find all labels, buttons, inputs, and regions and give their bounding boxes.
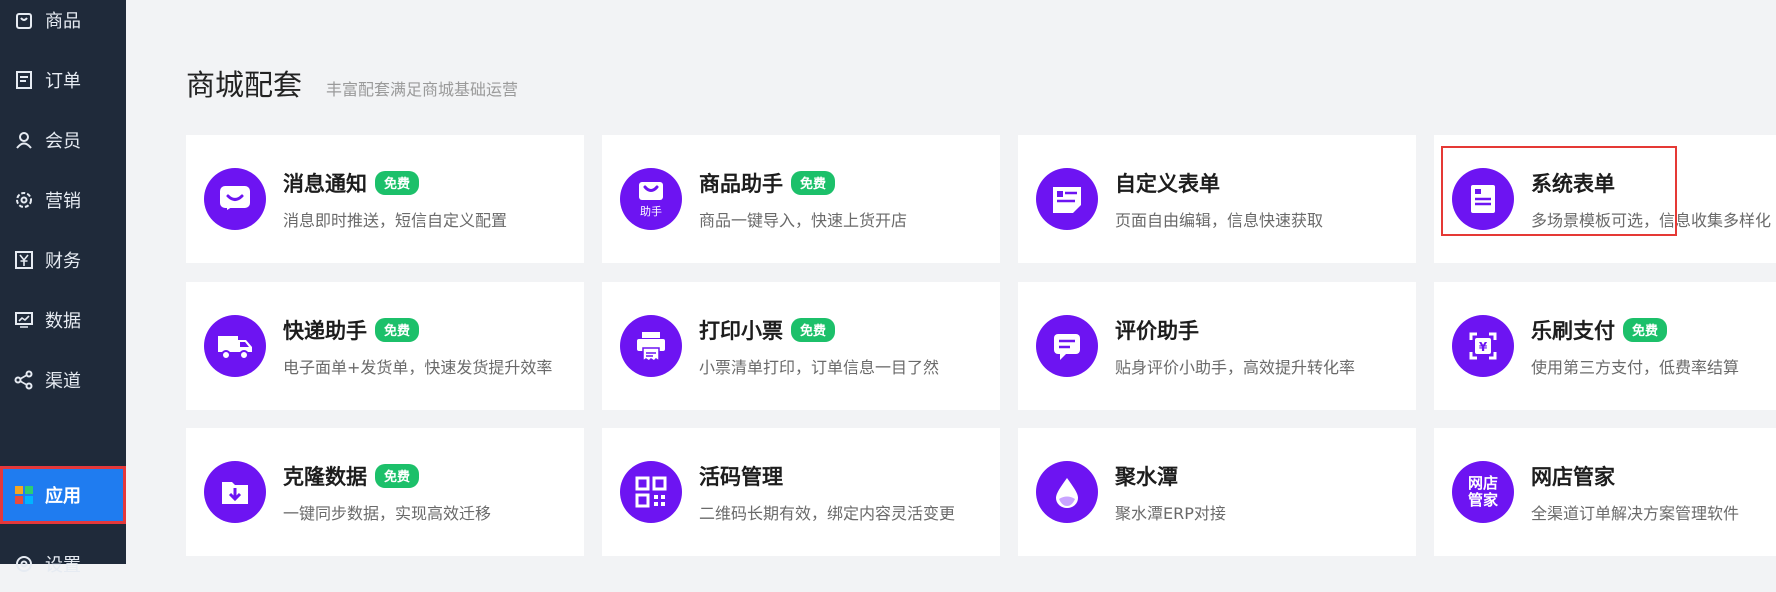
app-card-title: 消息通知 免费: [283, 168, 420, 198]
app-card-description: 消息即时推送，短信自定义配置: [283, 211, 508, 230]
free-badge: 免费: [375, 171, 420, 195]
yen-scan-icon: ¥: [1452, 315, 1514, 377]
sidebar-item-channels[interactable]: 渠道: [0, 352, 126, 408]
sidebar-item-label: 营销: [45, 191, 81, 212]
app-card-print-receipt[interactable]: 打印小票 免费 小票清单打印，订单信息一目了然: [602, 282, 1000, 410]
page-header: 商城配套 丰富配套满足商城基础运营: [186, 62, 518, 104]
app-card-live-code[interactable]: 活码管理 二维码长期有效，绑定内容灵活变更: [602, 428, 1000, 556]
sidebar-item-label: 应用: [45, 486, 81, 507]
app-card-title: 打印小票 免费: [699, 315, 836, 345]
comment-icon: [1036, 315, 1098, 377]
page-title: 商城配套: [186, 68, 303, 102]
water-drop-icon: [1036, 461, 1098, 523]
free-badge: 免费: [375, 318, 420, 342]
qr-code-icon: [620, 461, 682, 523]
order-list-icon: [13, 69, 35, 91]
yen-icon: [13, 249, 35, 271]
app-card-title: 系统表单: [1531, 172, 1615, 196]
app-card-description: 二维码长期有效，绑定内容灵活变更: [699, 504, 956, 523]
app-card-title: 网店管家: [1531, 465, 1615, 489]
app-card-review-assistant[interactable]: 评价助手 贴身评价小助手，高效提升转化率: [1018, 282, 1416, 410]
free-badge: 免费: [1623, 318, 1668, 342]
app-card-message-notification[interactable]: 消息通知 免费 消息即时推送，短信自定义配置: [186, 135, 584, 263]
sidebar-item-products[interactable]: 商品: [0, 0, 126, 48]
sidebar-item-orders[interactable]: 订单: [0, 52, 126, 108]
app-card-express-assistant[interactable]: 快递助手 免费 电子面单+发货单，快速发货提升效率: [186, 282, 584, 410]
app-card-clone-data[interactable]: 克隆数据 免费 一键同步数据，实现高效迁移: [186, 428, 584, 556]
sidebar-item-label: 会员: [45, 131, 81, 152]
sidebar-item-data[interactable]: 数据: [0, 292, 126, 348]
free-badge: 免费: [375, 464, 420, 488]
app-card-title: 聚水潭: [1115, 465, 1178, 489]
page-subtitle: 丰富配套满足商城基础运营: [326, 80, 519, 99]
printer-icon: [620, 315, 682, 377]
sidebar-item-marketing[interactable]: 营销: [0, 172, 126, 228]
sidebar-item-label: 订单: [45, 71, 81, 92]
monitor-chart-icon: [13, 309, 35, 331]
icon-text: 网店管家: [1467, 474, 1498, 509]
shopping-bag-icon: [13, 9, 35, 31]
free-badge: 免费: [791, 318, 836, 342]
message-smile-icon: [204, 168, 266, 230]
icon-text: 助手: [640, 204, 662, 218]
free-badge: 免费: [791, 171, 836, 195]
app-card-description: 贴身评价小助手，高效提升转化率: [1115, 358, 1356, 377]
app-card-title: 快递助手 免费: [283, 315, 420, 345]
sidebar-item-apps[interactable]: 应用: [0, 466, 126, 524]
app-card-description: 多场景模板可选，信息收集多样化: [1531, 211, 1772, 230]
bag-helper-icon: 助手: [620, 168, 682, 230]
app-card-custom-form[interactable]: 自定义表单 页面自由编辑，信息快速获取: [1018, 135, 1416, 263]
app-card-leshua-pay[interactable]: ¥ 乐刷支付 免费 使用第三方支付，低费率结算: [1434, 282, 1776, 410]
app-card-title: 乐刷支付 免费: [1531, 315, 1668, 345]
icon-text: ¥: [1479, 340, 1488, 354]
app-card-title: 活码管理: [699, 465, 783, 489]
sidebar-item-label: 设置: [45, 555, 81, 576]
sidebar: 商品 订单 会员 营销 财务 数据 渠道 应用 设置: [0, 0, 126, 576]
sidebar-item-label: 渠道: [45, 371, 81, 392]
app-card-title: 自定义表单: [1115, 172, 1220, 196]
app-card-description: 全渠道订单解决方案管理软件: [1531, 504, 1740, 523]
app-card-description: 一键同步数据，实现高效迁移: [283, 504, 492, 523]
app-card-title: 评价助手: [1115, 319, 1199, 343]
form-document-icon: [1452, 168, 1514, 230]
apps-grid-icon: [13, 484, 35, 506]
share-nodes-icon: [13, 369, 35, 391]
user-icon: [13, 129, 35, 151]
app-card-description: 商品一键导入，快速上货开店: [699, 211, 908, 230]
sidebar-item-members[interactable]: 会员: [0, 112, 126, 168]
folder-download-icon: [204, 461, 266, 523]
sidebar-item-label: 财务: [45, 251, 81, 272]
form-edit-icon: [1036, 168, 1098, 230]
app-card-shop-manager[interactable]: 网店管家 网店管家 全渠道订单解决方案管理软件: [1434, 428, 1776, 556]
delivery-truck-icon: [204, 315, 266, 377]
app-card-description: 使用第三方支付，低费率结算: [1531, 358, 1740, 377]
app-card-description: 聚水潭ERP对接: [1115, 504, 1226, 523]
app-card-description: 电子面单+发货单，快速发货提升效率: [283, 358, 553, 377]
sidebar-item-finance[interactable]: 财务: [0, 232, 126, 288]
sidebar-item-settings[interactable]: 设置: [0, 536, 126, 592]
app-card-description: 页面自由编辑，信息快速获取: [1115, 211, 1324, 230]
app-card-description: 小票清单打印，订单信息一目了然: [699, 358, 940, 377]
app-card-system-form[interactable]: 系统表单 多场景模板可选，信息收集多样化: [1434, 135, 1776, 263]
sidebar-item-label: 数据: [45, 311, 81, 332]
gear-badge-icon: [13, 189, 35, 211]
app-card-title: 商品助手 免费: [699, 168, 836, 198]
app-card-jushuitan[interactable]: 聚水潭 聚水潭ERP对接: [1018, 428, 1416, 556]
app-card-title: 克隆数据 免费: [283, 461, 420, 491]
sidebar-item-label: 商品: [45, 11, 81, 32]
settings-icon: [13, 553, 35, 575]
app-card-product-assistant[interactable]: 助手 商品助手 免费 商品一键导入，快速上货开店: [602, 135, 1000, 263]
shop-manager-icon: 网店管家: [1452, 461, 1514, 523]
